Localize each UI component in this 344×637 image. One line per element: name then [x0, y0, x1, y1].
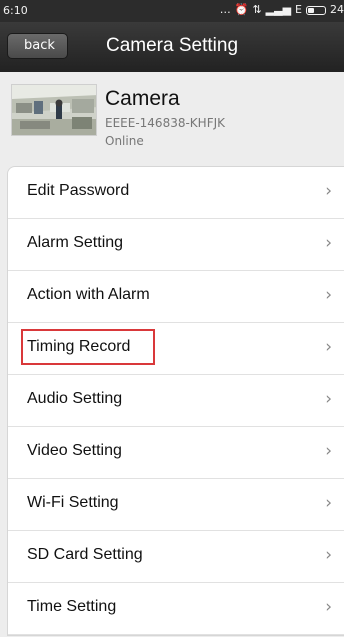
setting-label: Time Setting: [27, 598, 117, 615]
setting-label: SD Card Setting: [27, 546, 143, 563]
setting-wifi-setting[interactable]: Wi-Fi Setting ›: [8, 479, 344, 531]
device-header: Camera EEEE-146838-KHFJK Online: [0, 72, 344, 166]
battery-icon: [306, 5, 326, 15]
chevron-right-icon: ›: [325, 285, 332, 305]
chevron-right-icon: ›: [325, 181, 332, 201]
setting-label: Timing Record: [27, 338, 131, 355]
setting-label: Audio Setting: [27, 390, 123, 407]
setting-label: Edit Password: [27, 182, 130, 199]
status-icons: … ⏰ ⇅ ▂▃▅ E 24: [220, 3, 344, 17]
status-time: 6:10: [3, 4, 28, 17]
setting-video-setting[interactable]: Video Setting ›: [8, 427, 344, 479]
back-button[interactable]: back: [7, 33, 68, 59]
setting-edit-password[interactable]: Edit Password ›: [8, 167, 344, 219]
camera-snapshot-image: [12, 85, 96, 135]
setting-timing-record[interactable]: Timing Record ›: [8, 323, 344, 375]
setting-alarm-setting[interactable]: Alarm Setting ›: [8, 219, 344, 271]
battery-text: 24: [330, 3, 344, 16]
network-type-icon: E: [295, 3, 302, 16]
status-bar: 6:10 … ⏰ ⇅ ▂▃▅ E 24: [0, 0, 344, 22]
setting-action-with-alarm[interactable]: Action with Alarm ›: [8, 271, 344, 323]
battery-fill: [308, 7, 314, 13]
setting-label: Video Setting: [27, 442, 122, 459]
more-icon: …: [219, 3, 231, 16]
setting-label: Action with Alarm: [27, 286, 150, 303]
setting-label: Wi-Fi Setting: [27, 494, 119, 511]
chevron-right-icon: ›: [325, 337, 332, 357]
device-name: Camera: [105, 87, 180, 110]
nav-bar: back Camera Setting: [0, 22, 344, 72]
chevron-right-icon: ›: [325, 441, 332, 461]
setting-time-setting[interactable]: Time Setting ›: [8, 583, 344, 635]
chevron-right-icon: ›: [325, 493, 332, 513]
chevron-right-icon: ›: [325, 597, 332, 617]
camera-thumbnail: [11, 84, 97, 136]
setting-audio-setting[interactable]: Audio Setting ›: [8, 375, 344, 427]
device-status: Online: [105, 134, 144, 148]
device-id: EEEE-146838-KHFJK: [105, 116, 225, 130]
setting-sd-card-setting[interactable]: SD Card Setting ›: [8, 531, 344, 583]
page-title: Camera Setting: [106, 35, 239, 56]
alarm-icon: ⏰: [234, 3, 249, 16]
setting-label: Alarm Setting: [27, 234, 124, 251]
data-arrows-icon: ⇅: [252, 3, 262, 16]
signal-icon: ▂▃▅: [265, 3, 292, 16]
settings-list: Edit Password › Alarm Setting › Action w…: [7, 166, 344, 636]
chevron-right-icon: ›: [325, 545, 332, 565]
chevron-right-icon: ›: [325, 233, 332, 253]
chevron-right-icon: ›: [325, 389, 332, 409]
